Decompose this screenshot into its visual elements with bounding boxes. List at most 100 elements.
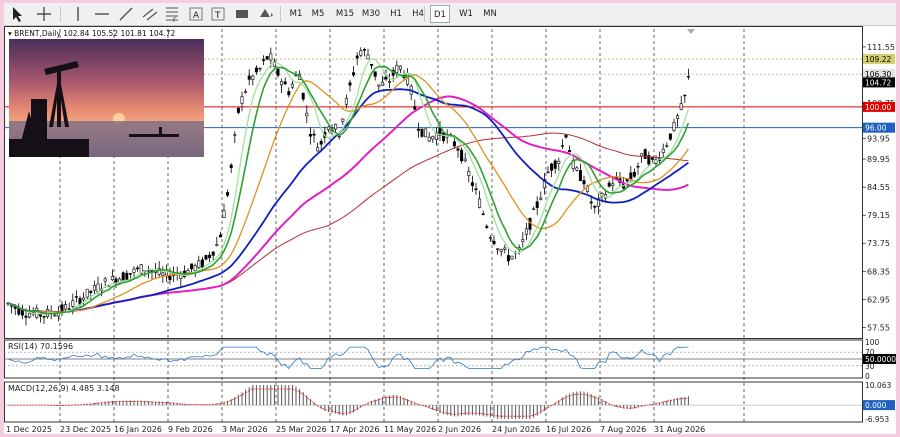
candle-body — [593, 205, 597, 208]
trendline-icon[interactable] — [116, 5, 136, 23]
candle-body — [215, 244, 219, 246]
timeframe-m1[interactable]: M1 — [286, 5, 306, 23]
candle-body — [456, 148, 460, 151]
candle-body — [470, 182, 474, 186]
rsi-line — [7, 346, 689, 370]
candle-body — [510, 255, 514, 260]
candle-body — [344, 98, 348, 105]
candle-body — [64, 304, 68, 310]
timeframe-m30[interactable]: M30 — [358, 5, 384, 23]
candle-body — [110, 276, 114, 281]
date-label: 11 May 2026 — [384, 425, 436, 434]
timeframe-m15[interactable]: M15 — [332, 5, 358, 23]
candle-body — [452, 141, 456, 147]
candle-body — [463, 158, 467, 162]
candle-body — [377, 84, 381, 87]
candle-body — [416, 128, 420, 131]
timeframe-h1[interactable]: H1 — [386, 5, 406, 23]
candle-body — [629, 172, 633, 180]
candle-body — [424, 128, 428, 138]
candle-body — [539, 197, 543, 200]
text-icon[interactable]: A — [186, 5, 206, 23]
candle-body — [204, 255, 208, 260]
chart-area[interactable]: 1 Dec 2025 23 Dec 2025 16 Jan 2026 9 Feb 20… — [4, 26, 896, 434]
label-icon[interactable]: T — [208, 5, 228, 23]
channel-icon[interactable] — [140, 5, 160, 23]
timeframe-mn[interactable]: MN — [480, 5, 500, 23]
candle-body — [312, 133, 316, 136]
candle-body — [67, 308, 71, 310]
candle-body — [222, 210, 226, 218]
candle-body — [276, 68, 280, 76]
crosshair-icon[interactable] — [34, 5, 54, 23]
toolbar-separator — [280, 6, 281, 22]
candle-body — [193, 265, 197, 272]
candle-body — [334, 123, 338, 130]
candle-body — [200, 259, 204, 268]
date-label: 16 Jan 2026 — [114, 425, 162, 434]
candle-body — [578, 170, 582, 181]
date-label: 31 Aug 2026 — [654, 425, 705, 434]
candle-body — [258, 67, 262, 70]
candle-body — [208, 254, 212, 259]
toolbar-separator — [60, 6, 61, 22]
rsi-axis-label: 30 — [865, 362, 875, 371]
date-label: 7 Aug 2026 — [600, 425, 646, 434]
timeframe-m5[interactable]: M5 — [308, 5, 328, 23]
candle-body — [398, 65, 402, 70]
horizontal-line-icon[interactable] — [92, 5, 112, 23]
candle-body — [226, 192, 230, 196]
timeframe-d1[interactable]: D1 — [430, 5, 450, 23]
vertical-line-icon[interactable] — [68, 5, 88, 23]
oil-rig-image — [9, 39, 204, 157]
candle-body — [74, 296, 78, 298]
fibonacci-icon[interactable]: F — [162, 5, 182, 23]
candle-body — [308, 134, 312, 137]
candle-body — [679, 103, 683, 110]
candle-body — [92, 285, 96, 291]
date-label: 24 Jun 2026 — [492, 425, 540, 434]
candle-body — [265, 56, 269, 60]
macd-axis-label: -6.953 — [865, 415, 889, 424]
candle-body — [413, 106, 417, 110]
candle-body — [683, 94, 687, 97]
candle-body — [280, 81, 284, 86]
candle-body — [557, 160, 561, 164]
shift-marker-icon — [687, 29, 695, 34]
price-label: 68.35 — [867, 267, 890, 276]
chart-title: ▾ BRENT,Daily 102.84 105.52 101.81 104.7… — [8, 29, 176, 38]
candle-body — [488, 237, 492, 239]
rectangle-icon[interactable] — [232, 5, 252, 23]
candle-body — [348, 82, 352, 86]
candle-body — [564, 134, 568, 138]
rsi-axis-label: 100 — [865, 338, 880, 347]
shapes-icon[interactable] — [256, 5, 276, 23]
candle-body — [560, 145, 564, 147]
candle-body — [89, 290, 93, 294]
candle-body — [427, 136, 431, 142]
candle-body — [442, 132, 446, 142]
candle-body — [676, 115, 680, 119]
svg-text:T: T — [214, 11, 221, 21]
candle-body — [532, 208, 536, 210]
date-label: 9 Feb 2026 — [168, 425, 213, 434]
candle-body — [380, 81, 384, 86]
price-label: 79.15 — [867, 211, 890, 220]
candle-body — [359, 50, 363, 56]
candle-body — [589, 201, 593, 204]
candle-body — [521, 239, 525, 242]
cursor-icon[interactable] — [8, 5, 28, 23]
date-label: 3 Mar 2026 — [222, 425, 268, 434]
candle-body — [499, 248, 503, 252]
timeframe-w1[interactable]: W1 — [456, 5, 476, 23]
candle-body — [575, 167, 579, 171]
candle-body — [636, 165, 640, 168]
candle-body — [82, 297, 86, 301]
price-tag: 100.00 — [865, 103, 891, 112]
candle-body — [60, 304, 64, 313]
timeframe-h4[interactable]: H4 — [408, 5, 428, 23]
candle-body — [341, 118, 345, 122]
svg-text:A: A — [193, 11, 200, 21]
date-label: 17 Apr 2026 — [330, 425, 379, 434]
candle-body — [568, 150, 572, 153]
